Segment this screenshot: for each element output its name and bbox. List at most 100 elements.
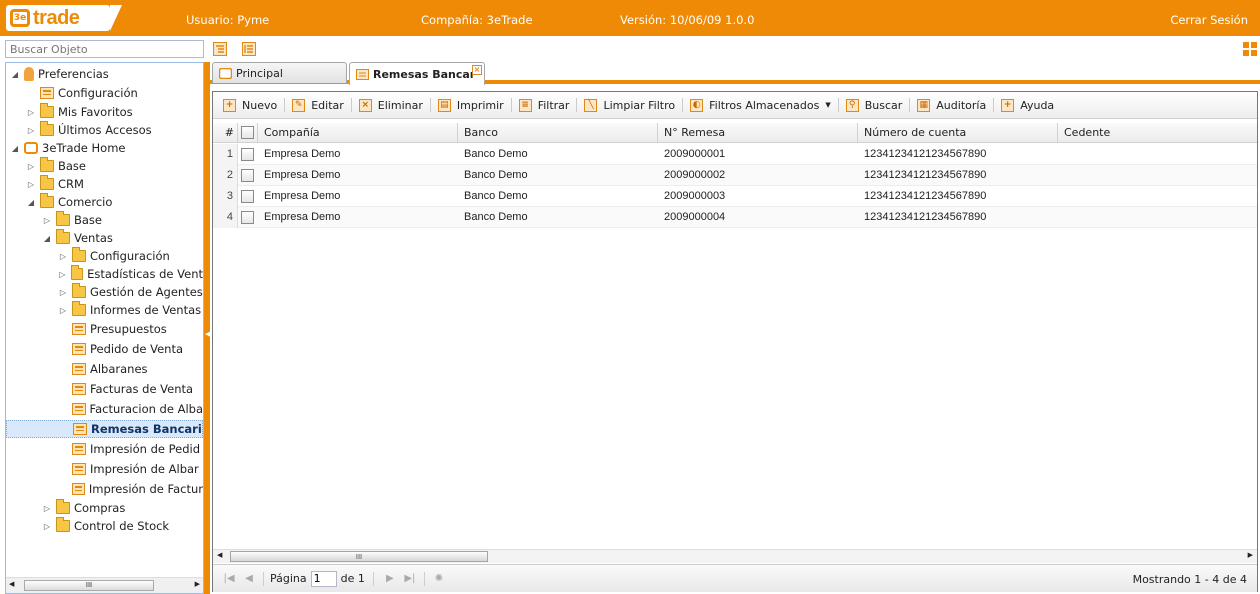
tree-item[interactable]: ▷ CRM <box>6 175 203 193</box>
cell-compania: Empresa Demo <box>264 211 341 223</box>
table-row[interactable]: 1 Empresa Demo Banco Demo 2009000001 1234123… <box>213 144 1257 165</box>
expander-icon[interactable]: ▷ <box>26 180 36 189</box>
collapse-arrow-icon[interactable]: ◀ <box>205 330 210 338</box>
tree-item[interactable]: Facturas de Venta <box>6 380 203 398</box>
tree-item[interactable]: Impresión de Factur <box>6 480 203 498</box>
last-page-icon[interactable]: ▶| <box>402 571 418 587</box>
tree-item[interactable]: Impresión de Pedid <box>6 440 203 458</box>
page-number-input[interactable] <box>310 570 337 587</box>
tree-item[interactable]: ◢ Preferencias <box>6 65 203 83</box>
leaf-icon <box>72 323 86 335</box>
action-label: Imprimir <box>456 98 504 112</box>
select-all-checkbox[interactable] <box>241 126 254 139</box>
expander-icon[interactable]: ▷ <box>58 252 68 261</box>
prev-page-icon[interactable]: ◀ <box>241 571 257 587</box>
expander-icon[interactable]: ▷ <box>42 216 52 225</box>
filtros-almacenados-button[interactable]: ◐ Filtros Almacenados ▼ <box>684 95 837 115</box>
expander-icon[interactable]: ▷ <box>58 270 67 279</box>
scroll-right-icon[interactable]: ▶ <box>1248 551 1253 559</box>
tree-item[interactable]: ▷ Base <box>6 211 203 229</box>
tree-item[interactable]: ◢ Ventas <box>6 229 203 247</box>
scroll-right-icon[interactable]: ▶ <box>195 580 200 588</box>
expander-icon[interactable]: ◢ <box>10 70 20 79</box>
expander-icon[interactable]: ◢ <box>42 234 52 243</box>
tree-item[interactable]: ▷ Informes de Ventas <box>6 301 203 319</box>
row-checkbox[interactable] <box>241 190 254 203</box>
cell-cedente <box>1058 144 1257 165</box>
tree-item[interactable]: ▷ Control de Stock <box>6 517 203 535</box>
tree-item[interactable]: Presupuestos <box>6 320 203 338</box>
tree-item[interactable]: Configuración <box>6 84 203 102</box>
maximize-button[interactable] <box>1242 41 1258 57</box>
column-header-remesa[interactable]: N° Remesa <box>658 123 858 143</box>
table-row[interactable]: 2 Empresa Demo Banco Demo 2009000002 1234123… <box>213 165 1257 186</box>
scroll-left-icon[interactable]: ◀ <box>9 580 14 588</box>
logout-link[interactable]: Cerrar Sesión <box>1170 13 1248 27</box>
grid-scroll-thumb[interactable]: III <box>230 551 488 562</box>
tree-item[interactable]: ▷ Compras <box>6 499 203 517</box>
expander-icon[interactable]: ▷ <box>26 126 36 135</box>
tree-item[interactable]: ▷ Estadísticas de Vent <box>6 265 203 283</box>
column-header-cedente[interactable]: Cedente <box>1058 123 1257 143</box>
buscar-button[interactable]: ⚲ Buscar <box>840 95 909 115</box>
imprimir-button[interactable]: ▤ Imprimir <box>432 95 510 115</box>
close-tab-icon[interactable]: × <box>472 65 482 75</box>
tree-item[interactable]: ▷ Mis Favoritos <box>6 103 203 121</box>
tree-scroll-thumb[interactable]: III <box>24 580 154 591</box>
column-header-cuenta[interactable]: Número de cuenta <box>858 123 1058 143</box>
next-page-icon[interactable]: ▶ <box>382 571 398 587</box>
editar-button[interactable]: ✎ Editar <box>286 95 350 115</box>
filtrar-button[interactable]: ≡ Filtrar <box>513 95 576 115</box>
tree-item-label: Facturacion de Alba <box>89 402 203 416</box>
table-row[interactable]: 4 Empresa Demo Banco Demo 2009000004 1234123… <box>213 207 1257 228</box>
row-checkbox[interactable] <box>241 169 254 182</box>
tree-item[interactable]: ◢ Comercio <box>6 193 203 211</box>
tree-item-label: CRM <box>58 177 84 191</box>
first-page-icon[interactable]: |◀ <box>221 571 237 587</box>
ayuda-button[interactable]: + Ayuda <box>995 95 1060 115</box>
tree-item[interactable]: ▷ Gestión de Agentes <box>6 283 203 301</box>
nuevo-button[interactable]: + Nuevo <box>217 95 283 115</box>
column-header-select[interactable] <box>238 123 258 143</box>
auditoría-button[interactable]: ▦ Auditoría <box>911 95 992 115</box>
grid-horizontal-scrollbar[interactable]: ◀ III ▶ <box>213 549 1257 563</box>
expander-icon[interactable]: ▷ <box>58 306 68 315</box>
tree-item[interactable]: Pedido de Venta <box>6 340 203 358</box>
expand-tree-button[interactable] <box>241 41 257 57</box>
expander-icon[interactable]: ▷ <box>42 522 52 531</box>
expander-icon[interactable]: ▷ <box>26 108 36 117</box>
row-checkbox[interactable] <box>241 211 254 224</box>
edit-icon: ✎ <box>292 98 306 112</box>
row-checkbox[interactable] <box>241 148 254 161</box>
tree-item[interactable]: Remesas Bancari <box>6 420 203 438</box>
expander-icon[interactable]: ▷ <box>26 162 36 171</box>
column-header-compania[interactable]: Compañía <box>258 123 458 143</box>
tree-horizontal-scrollbar[interactable]: ◀ III ▶ <box>6 577 203 593</box>
dropdown-arrow-icon[interactable]: ▼ <box>825 101 830 109</box>
limpiar-filtro-button[interactable]: ╲ Limpiar Filtro <box>578 95 681 115</box>
search-input[interactable] <box>5 40 204 58</box>
tree-item[interactable]: Impresión de Albar <box>6 460 203 478</box>
refresh-icon[interactable]: ✺ <box>431 571 447 587</box>
tree-item[interactable]: ◢ 3eTrade Home <box>6 139 203 157</box>
eliminar-button[interactable]: × Eliminar <box>353 95 429 115</box>
tree-item[interactable]: Albaranes <box>6 360 203 378</box>
plus-grid-icon <box>1243 42 1257 56</box>
table-row[interactable]: 3 Empresa Demo Banco Demo 2009000003 1234123… <box>213 186 1257 207</box>
action-label: Filtrar <box>537 98 570 112</box>
tree-item[interactable]: ▷ Últimos Accesos <box>6 121 203 139</box>
folder-icon <box>56 229 70 244</box>
tab-remesas-bancarias[interactable]: Remesas Bancar × <box>349 62 485 85</box>
tree-item[interactable]: ▷ Configuración <box>6 247 203 265</box>
print-icon: ▤ <box>437 98 451 112</box>
tab-principal[interactable]: Principal <box>212 62 347 83</box>
expander-icon[interactable]: ◢ <box>26 198 36 207</box>
expander-icon[interactable]: ▷ <box>42 504 52 513</box>
collapse-tree-button[interactable] <box>212 41 228 57</box>
expander-icon[interactable]: ◢ <box>10 144 20 153</box>
scroll-left-icon[interactable]: ◀ <box>217 551 222 559</box>
expander-icon[interactable]: ▷ <box>58 288 68 297</box>
tree-item[interactable]: Facturacion de Alba <box>6 400 203 418</box>
tree-item[interactable]: ▷ Base <box>6 157 203 175</box>
column-header-banco[interactable]: Banco <box>458 123 658 143</box>
